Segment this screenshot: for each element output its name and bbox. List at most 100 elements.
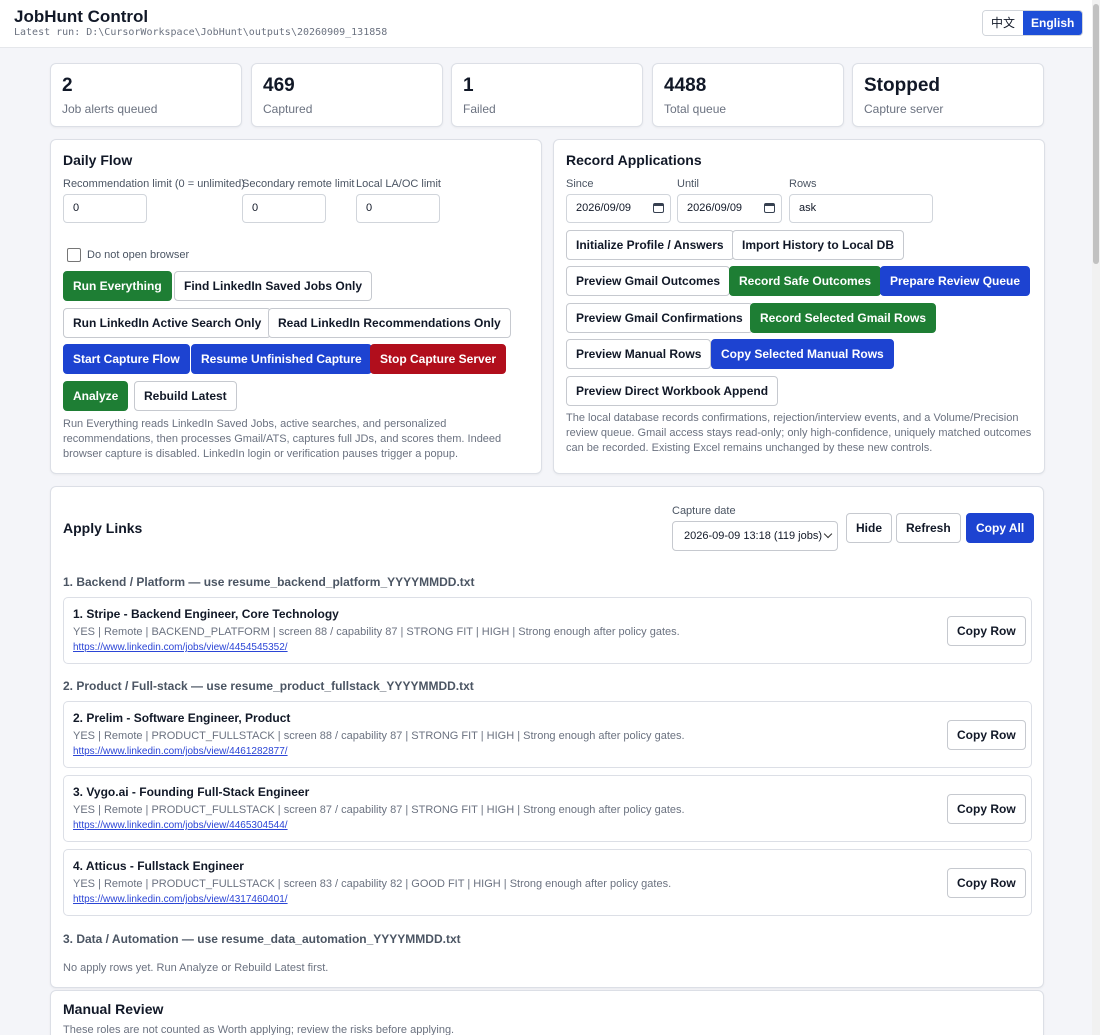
record-safe-outcomes-button[interactable]: Record Safe Outcomes — [729, 266, 882, 296]
stat-value: Stopped — [864, 75, 940, 96]
active-search-button[interactable]: Run LinkedIn Active Search Only — [63, 308, 272, 338]
chevron-down-icon — [823, 529, 833, 539]
capture-date-value: 2026-09-09 13:18 (119 jobs) — [684, 530, 823, 542]
apply-links-title: Apply Links — [63, 520, 143, 536]
copy-all-button[interactable]: Copy All — [966, 513, 1035, 543]
job-link[interactable]: https://www.linkedin.com/jobs/view/44545… — [73, 642, 288, 653]
empty-note: No apply rows yet. Run Analyze or Rebuil… — [63, 962, 329, 974]
copy-selected-manual-button[interactable]: Copy Selected Manual Rows — [711, 339, 894, 369]
stop-server-button[interactable]: Stop Capture Server — [370, 344, 507, 374]
stat-value: 1 — [463, 75, 474, 96]
calendar-icon[interactable] — [764, 203, 775, 213]
manual-review-panel: Manual Review These roles are not counte… — [50, 990, 1044, 1035]
job-link[interactable]: https://www.linkedin.com/jobs/view/44612… — [73, 746, 288, 757]
read-recommendations-button[interactable]: Read LinkedIn Recommendations Only — [268, 308, 511, 338]
rows-label: Rows — [789, 178, 817, 190]
job-title: 1. Stripe - Backend Engineer, Core Techn… — [73, 607, 339, 621]
stat-capture-server: Stopped Capture server — [852, 63, 1044, 127]
section-heading-backend: 1. Backend / Platform — use resume_backe… — [63, 575, 475, 589]
preview-gmail-confirmations-button[interactable]: Preview Gmail Confirmations — [566, 303, 753, 333]
local-limit-label: Local LA/OC limit — [356, 178, 441, 190]
latest-run-path: Latest run: D:\CursorWorkspace\JobHunt\o… — [14, 27, 388, 38]
preview-direct-append-button[interactable]: Preview Direct Workbook Append — [566, 376, 779, 406]
job-row: 3. Vygo.ai - Founding Full-Stack Enginee… — [63, 775, 1032, 842]
job-title: 3. Vygo.ai - Founding Full-Stack Enginee… — [73, 785, 310, 799]
rows-input[interactable]: ask — [789, 194, 933, 223]
import-history-button[interactable]: Import History to Local DB — [732, 230, 905, 260]
stat-total-queue: 4488 Total queue — [652, 63, 844, 127]
start-capture-button[interactable]: Start Capture Flow — [63, 344, 190, 374]
refresh-button[interactable]: Refresh — [896, 513, 961, 543]
job-meta: YES | Remote | BACKEND_PLATFORM | screen… — [73, 626, 680, 638]
copy-row-button[interactable]: Copy Row — [947, 720, 1026, 750]
hide-button[interactable]: Hide — [846, 513, 893, 543]
lang-en-button[interactable]: English — [1023, 11, 1083, 35]
rebuild-latest-button[interactable]: Rebuild Latest — [134, 381, 237, 411]
local-limit-input[interactable]: 0 — [356, 194, 440, 223]
copy-row-button[interactable]: Copy Row — [947, 868, 1026, 898]
stat-label: Job alerts queued — [62, 102, 158, 116]
language-switcher: 中文 English — [982, 10, 1084, 36]
stat-value: 2 — [62, 75, 73, 96]
stat-value: 469 — [263, 75, 295, 96]
apply-links-panel: Apply Links Capture date 2026-09-09 13:1… — [50, 486, 1044, 988]
preview-manual-rows-button[interactable]: Preview Manual Rows — [566, 339, 712, 369]
daily-flow-title: Daily Flow — [63, 152, 133, 168]
until-date-input[interactable]: 2026/09/09 — [677, 194, 782, 223]
job-row: 4. Atticus - Fullstack Engineer YES | Re… — [63, 849, 1032, 916]
stat-captured: 469 Captured — [251, 63, 443, 127]
init-profile-button[interactable]: Initialize Profile / Answers — [566, 230, 734, 260]
section-heading-product: 2. Product / Full-stack — use resume_pro… — [63, 679, 474, 693]
no-browser-label: Do not open browser — [87, 249, 190, 261]
stat-label: Capture server — [864, 102, 944, 116]
analyze-button[interactable]: Analyze — [63, 381, 129, 411]
no-browser-checkbox[interactable] — [67, 248, 81, 262]
job-title: 4. Atticus - Fullstack Engineer — [73, 859, 244, 873]
since-label: Since — [566, 178, 594, 190]
record-title: Record Applications — [566, 152, 702, 168]
job-row: 1. Stripe - Backend Engineer, Core Techn… — [63, 597, 1032, 664]
record-help: The local database records confirmations… — [566, 412, 1032, 454]
app-title: JobHunt Control — [14, 7, 149, 26]
stat-label: Total queue — [664, 102, 727, 116]
capture-date-select[interactable]: 2026-09-09 13:18 (119 jobs) — [672, 521, 838, 551]
copy-row-button[interactable]: Copy Row — [947, 794, 1026, 824]
section-heading-data: 3. Data / Automation — use resume_data_a… — [63, 932, 461, 946]
secondary-limit-input[interactable]: 0 — [242, 194, 326, 223]
job-meta: YES | Remote | PRODUCT_FULLSTACK | scree… — [73, 804, 685, 816]
lang-zh-button[interactable]: 中文 — [983, 11, 1024, 35]
run-everything-button[interactable]: Run Everything — [63, 271, 172, 301]
until-date-value: 2026/09/09 — [687, 202, 743, 214]
stat-failed: 1 Failed — [451, 63, 643, 127]
rec-limit-label: Recommendation limit (0 = unlimited) — [63, 178, 245, 190]
manual-review-title: Manual Review — [63, 1001, 164, 1017]
app-header: JobHunt Control Latest run: D:\CursorWor… — [0, 0, 1100, 48]
until-label: Until — [677, 178, 700, 190]
job-meta: YES | Remote | PRODUCT_FULLSTACK | scree… — [73, 878, 672, 890]
job-row: 2. Prelim - Software Engineer, Product Y… — [63, 701, 1032, 768]
stat-label: Failed — [463, 102, 496, 116]
job-meta: YES | Remote | PRODUCT_FULLSTACK | scree… — [73, 730, 685, 742]
daily-flow-help: Run Everything reads LinkedIn Saved Jobs… — [63, 418, 502, 460]
job-link[interactable]: https://www.linkedin.com/jobs/view/44653… — [73, 820, 288, 831]
preview-gmail-outcomes-button[interactable]: Preview Gmail Outcomes — [566, 266, 731, 296]
find-saved-jobs-button[interactable]: Find LinkedIn Saved Jobs Only — [174, 271, 373, 301]
job-link[interactable]: https://www.linkedin.com/jobs/view/43174… — [73, 894, 288, 905]
stat-label: Captured — [263, 102, 313, 116]
page-scrollbar[interactable] — [1092, 0, 1100, 1035]
record-selected-gmail-button[interactable]: Record Selected Gmail Rows — [750, 303, 937, 333]
job-title: 2. Prelim - Software Engineer, Product — [73, 711, 291, 725]
daily-flow-panel: Daily Flow Recommendation limit (0 = unl… — [50, 139, 542, 474]
record-applications-panel: Record Applications Since 2026/09/09 Unt… — [553, 139, 1045, 474]
copy-row-button[interactable]: Copy Row — [947, 616, 1026, 646]
since-date-input[interactable]: 2026/09/09 — [566, 194, 671, 223]
resume-capture-button[interactable]: Resume Unfinished Capture — [191, 344, 372, 374]
since-date-value: 2026/09/09 — [576, 202, 632, 214]
rec-limit-input[interactable]: 0 — [63, 194, 147, 223]
manual-review-note: These roles are not counted as Worth app… — [63, 1024, 455, 1035]
scrollbar-thumb[interactable] — [1093, 4, 1099, 264]
secondary-limit-label: Secondary remote limit — [242, 178, 355, 190]
calendar-icon[interactable] — [653, 203, 664, 213]
stat-value: 4488 — [664, 75, 707, 96]
prepare-review-queue-button[interactable]: Prepare Review Queue — [880, 266, 1031, 296]
